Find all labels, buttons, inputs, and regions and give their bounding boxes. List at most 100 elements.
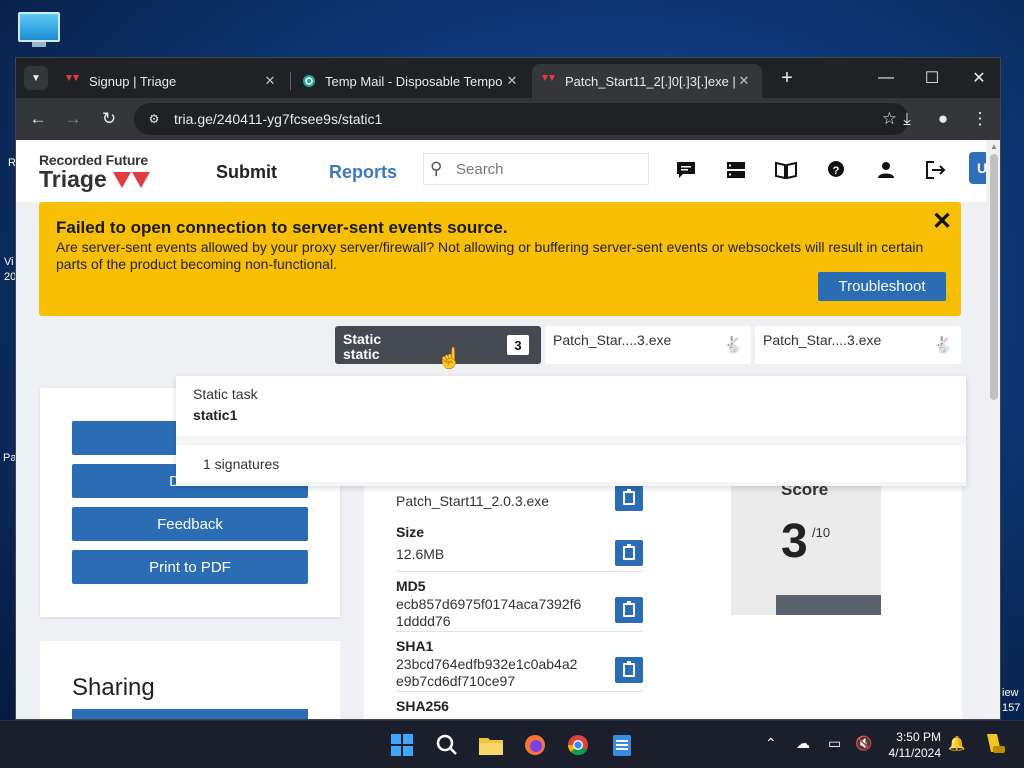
hand-cursor-icon: ☝ <box>437 348 462 370</box>
nav-submit[interactable]: Submit <box>216 162 277 183</box>
print-to-pdf-button[interactable]: Print to PDF <box>72 550 308 584</box>
download-icon[interactable]: ⤓ <box>895 107 919 131</box>
close-icon[interactable]: ✕ <box>736 73 752 89</box>
divider <box>396 571 643 572</box>
sharing-button[interactable] <box>72 709 308 719</box>
search-input[interactable] <box>456 160 636 178</box>
score-value: 3 <box>781 515 808 568</box>
minimize-icon[interactable]: — <box>871 66 901 90</box>
tab-label: Patch_Star....3.exe <box>763 332 882 348</box>
sha1-field: SHA1 23bcd764edfb932e1c0ab4a2 e9b7cd6df7… <box>396 638 577 690</box>
divider <box>396 691 643 692</box>
sharing-title: Sharing <box>72 674 155 701</box>
nav-reports[interactable]: Reports <box>329 162 397 183</box>
dropdown-static-task[interactable]: Static task static1 <box>176 376 966 436</box>
desktop-label-fragment: iew <box>1002 687 1019 699</box>
chevron-down-icon[interactable]: ▼ <box>24 66 48 90</box>
tab-signup[interactable]: Signup | Triage ✕ <box>56 64 288 98</box>
close-window-icon[interactable]: ✕ <box>964 66 994 90</box>
score-max: /10 <box>812 525 831 540</box>
tab-title: Temp Mail - Disposable Tempo <box>325 73 503 89</box>
file-explorer-icon[interactable] <box>475 729 507 761</box>
divider <box>396 631 643 632</box>
size-field: Size 12.6MB <box>396 524 444 563</box>
person-icon[interactable]: ● <box>931 107 955 131</box>
search-icon: ⚲ <box>430 159 443 178</box>
page-viewport: Recorded Future Triage Submit Reports ⚲ … <box>16 140 986 719</box>
sound-icon[interactable]: 🔇 <box>855 735 872 752</box>
url-text[interactable]: tria.ge/240411-yg7fcsee9s/static1 <box>174 111 882 127</box>
logout-icon[interactable] <box>924 158 948 182</box>
clipboard-icon[interactable] <box>615 540 643 566</box>
clock-date: 4/11/2024 <box>888 746 942 760</box>
chrome-icon[interactable] <box>562 729 594 761</box>
maximize-icon[interactable]: ☐ <box>917 66 947 90</box>
clipboard-icon[interactable] <box>615 657 643 683</box>
feedback-button[interactable]: Feedback <box>72 507 308 541</box>
sse-error-alert: Failed to open connection to server-sent… <box>39 202 961 316</box>
browser-toolbar: ← → ↻ ⚙ tria.ge/240411-yg7fcsee9s/static… <box>16 98 1000 140</box>
static-task-value: static1 <box>193 407 238 423</box>
reload-icon[interactable]: ↻ <box>97 107 121 131</box>
copilot-icon[interactable] <box>983 732 1005 757</box>
tab-strip: ▼ Signup | Triage ✕ Temp Mail - Disposab… <box>16 58 1000 98</box>
tune-icon[interactable]: ⚙ <box>144 112 164 126</box>
notepad-icon[interactable] <box>606 729 638 761</box>
address-bar[interactable]: ⚙ tria.ge/240411-yg7fcsee9s/static1 ☆ <box>134 103 909 135</box>
desktop-label-fragment: 157 <box>1002 702 1021 714</box>
book-icon[interactable] <box>774 158 798 182</box>
md5-value-line2: 1dddd76 <box>396 613 451 629</box>
md5-value-line1: ecb857d6975f0174aca7392f6 <box>396 596 582 612</box>
firefox-icon[interactable] <box>519 729 551 761</box>
arrow-right-icon[interactable]: → <box>61 107 85 131</box>
user-menu-button[interactable]: U <box>969 152 986 184</box>
page-scrollbar[interactable]: ▲ <box>986 140 1000 719</box>
chat-icon[interactable] <box>674 158 698 182</box>
display-icon[interactable]: ▭ <box>828 735 841 752</box>
chevron-up-icon[interactable]: ⌃ <box>765 735 777 752</box>
tab-patch-start11[interactable]: Patch_Start11_2[.]0[.]3[.]exe | Tri ✕ <box>532 64 762 98</box>
help-icon[interactable]: ? <box>824 158 848 182</box>
kebab-icon[interactable]: ⋮ <box>968 107 992 131</box>
search-icon[interactable] <box>431 729 463 761</box>
taskbar: ⌃ ☁ ▭ 🔇 3:50 PM 4/11/2024 🔔 <box>0 720 1024 768</box>
sharing-card: Sharing <box>40 641 340 719</box>
alert-message: Are server-sent events allowed by your p… <box>56 239 924 272</box>
search-box[interactable]: ⚲ <box>423 153 649 185</box>
new-tab-icon[interactable]: + <box>776 67 798 90</box>
rabbit-icon: 🐇 <box>933 337 953 354</box>
scroll-up-icon[interactable]: ▲ <box>990 142 998 151</box>
taskbar-clock[interactable]: 3:50 PM 4/11/2024 <box>885 729 942 761</box>
clock-time: 3:50 PM <box>896 730 941 744</box>
md5-field: MD5 ecb857d6975f0174aca7392f6 1dddd76 <box>396 578 581 630</box>
filename-field: Patch_Start11_2.0.3.exe <box>396 491 549 510</box>
tab-title: Signup | Triage <box>89 73 177 89</box>
score-bar <box>776 595 881 615</box>
static-task-label: Static task <box>193 386 258 402</box>
close-icon[interactable]: ✕ <box>932 207 952 236</box>
server-icon[interactable] <box>724 158 748 182</box>
clipboard-icon[interactable] <box>615 485 643 511</box>
arrow-left-icon[interactable]: ← <box>26 107 50 131</box>
bell-icon[interactable]: 🔔 <box>948 735 965 752</box>
troubleshoot-button[interactable]: Troubleshoot <box>818 272 946 301</box>
size-label: Size <box>396 524 425 540</box>
tab-behavioral-2[interactable]: Patch_Star....3.exe 🐇 <box>755 326 961 364</box>
triage-logo[interactable]: Recorded Future Triage <box>39 152 151 193</box>
close-icon[interactable]: ✕ <box>504 73 520 89</box>
svg-text:?: ? <box>833 165 840 177</box>
tab-temp-mail[interactable]: Temp Mail - Disposable Tempo ✕ <box>292 64 530 98</box>
triage-favicon-icon <box>542 74 556 88</box>
clipboard-icon[interactable] <box>615 597 643 623</box>
filename-value: Patch_Start11_2.0.3.exe <box>396 493 550 509</box>
tab-behavioral-1[interactable]: Patch_Star....3.exe 🐇 <box>545 326 751 364</box>
cloud-icon[interactable]: ☁ <box>796 735 810 752</box>
this-pc-icon[interactable] <box>18 12 60 48</box>
scrollbar-thumb[interactable] <box>990 154 998 400</box>
windows-start-icon[interactable] <box>386 729 418 761</box>
tab-title: Patch_Start11_2[.]0[.]3[.]exe | Tri <box>565 73 736 89</box>
sha1-value-line2: e9b7cd6df710ce97 <box>396 673 516 689</box>
close-icon[interactable]: ✕ <box>262 73 278 89</box>
dropdown-signatures[interactable]: 1 signatures <box>176 446 966 482</box>
user-icon[interactable] <box>874 158 898 182</box>
